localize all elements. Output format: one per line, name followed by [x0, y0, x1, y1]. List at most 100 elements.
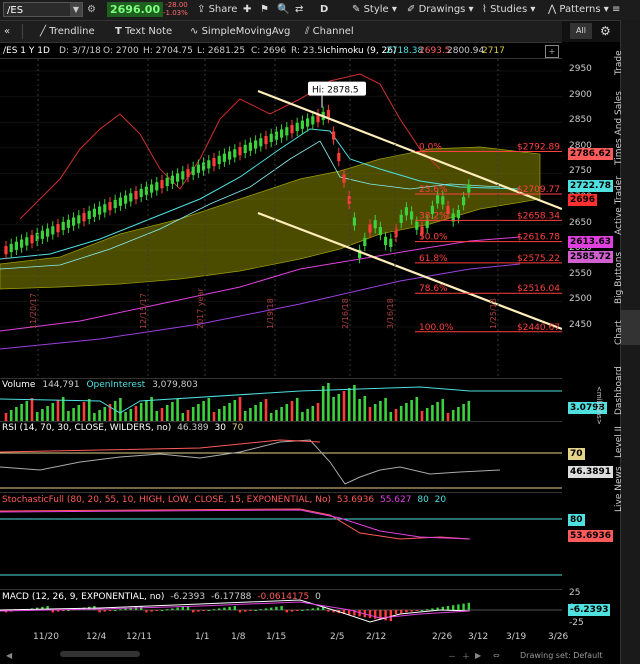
studies-button[interactable]: ⌇ Studies ▾ — [482, 2, 535, 18]
volume-bar — [467, 401, 471, 421]
zoom-icon[interactable]: 🔍 — [277, 2, 289, 18]
macd-hist-bar — [233, 606, 236, 610]
rsi-red-line — [0, 439, 321, 453]
tab-live-news[interactable]: Live News — [614, 465, 640, 512]
tab-dashboard[interactable]: Dashboard — [614, 360, 640, 415]
zoom-in-icon[interactable]: ＋ — [462, 651, 470, 662]
macd-hist-bar — [348, 610, 351, 615]
macd-hist-bar — [467, 602, 470, 610]
price-tick: 2850 — [569, 115, 592, 126]
tab-big-buttons[interactable]: Big Buttons — [614, 242, 640, 304]
scrollbar[interactable] — [60, 651, 140, 657]
volume-bar — [379, 401, 382, 421]
tab-active-trader[interactable]: Active Trader — [614, 170, 640, 235]
volume-bar — [160, 408, 164, 421]
candle-body — [77, 215, 81, 224]
volume-bar — [384, 398, 387, 421]
patterns-icon: ⋀ — [548, 4, 557, 15]
share-label: Share — [208, 4, 238, 15]
candle-body — [399, 214, 403, 223]
macd-hist-bar — [114, 610, 117, 611]
share-button[interactable]: ⇪ Share — [197, 2, 237, 18]
volume-bar — [342, 391, 346, 421]
candle-body — [456, 210, 460, 219]
style-button[interactable]: ✎ Style ▾ — [352, 2, 397, 18]
all-button[interactable]: All — [570, 23, 592, 39]
candle-body — [66, 219, 70, 228]
expand-icon[interactable]: + — [545, 45, 559, 58]
textnote-tool[interactable]: T Text Note — [115, 24, 172, 39]
flag-icon[interactable]: ⚑ — [260, 2, 269, 18]
menu-icon[interactable]: ≡ — [612, 2, 620, 18]
compare-icon[interactable]: ⇄ — [295, 2, 303, 18]
candle-body — [269, 133, 273, 143]
gear-icon[interactable]: ⚙ — [600, 23, 611, 39]
price-badge: 2722.78 — [568, 180, 613, 193]
chart-info-bar: /ES 1 Y 1D D: 3/7/18 O: 2700 H: 2704.75 … — [0, 44, 562, 58]
pan-icon[interactable]: ⇔ — [493, 651, 500, 660]
macd-hist-bar — [462, 603, 465, 610]
drawings-icon: ✐ — [407, 4, 416, 15]
candle-body — [436, 195, 440, 204]
volume-bar — [285, 404, 289, 421]
price-chart[interactable]: 0.0% $2792.89 23.6% $2709.77 38.2% $2658.34 50… — [0, 59, 562, 379]
volume-bar — [134, 406, 138, 421]
date-tick: 12/4 — [86, 632, 107, 642]
ichimoku-v4: 2717 — [482, 46, 505, 56]
candle-body — [248, 142, 252, 151]
cross-icon[interactable]: ✚ — [243, 2, 251, 18]
price-badge: 2613.63 — [568, 236, 613, 249]
price-pane: 0.0% $2792.89 23.6% $2709.77 38.2% $2658.34 50… — [0, 58, 562, 379]
rsi-badge: 46.3891 — [568, 466, 613, 478]
volume-bar — [87, 399, 91, 421]
volume-chart[interactable] — [0, 379, 562, 421]
patterns-button[interactable]: ⋀ Patterns ▾ — [548, 2, 609, 18]
tab-chart[interactable]: Chart — [614, 310, 640, 345]
channel-tool[interactable]: ⫽ Channel — [305, 24, 354, 39]
macd-chart[interactable] — [0, 590, 562, 631]
tab-times-and-sales[interactable]: Times And Sales — [614, 80, 640, 165]
volume-bar — [25, 401, 29, 421]
ichimoku-v1: 2718.38 — [386, 46, 424, 56]
collapse-icon[interactable]: « — [4, 24, 10, 39]
candle-body — [98, 206, 102, 215]
candle-body — [165, 177, 169, 187]
settings-icon[interactable]: ⚙ — [87, 3, 96, 17]
trendline-tool[interactable]: ╱ Trendline — [40, 24, 95, 39]
candle-body — [332, 131, 336, 140]
candle-body — [160, 180, 164, 189]
sma-tool[interactable]: ∿ SimpleMovingAvg — [190, 24, 290, 39]
scroll-left-icon[interactable]: ◀ — [6, 651, 12, 660]
candle-body — [92, 208, 96, 217]
scroll-right-icon[interactable]: ▶ — [475, 651, 481, 660]
volume-bar — [327, 383, 330, 421]
volume-bar — [129, 409, 133, 421]
macd-hist-bar — [171, 608, 174, 610]
macd-hist-bar — [280, 606, 283, 610]
tab-trade[interactable]: Trade — [614, 30, 640, 75]
drawings-button[interactable]: ✐ Drawings ▾ — [407, 2, 474, 18]
volume-bar — [462, 404, 465, 421]
timeframe-button[interactable]: D — [320, 2, 328, 18]
symbol-dropdown-icon[interactable]: ▼ — [70, 3, 82, 16]
volume-bar — [20, 404, 23, 421]
macd-hist-bar — [327, 610, 330, 612]
tab-level-ii[interactable]: Level II — [614, 420, 640, 458]
macd-hist-bar — [316, 607, 320, 610]
high-readout: H: 2704.75 — [143, 46, 193, 56]
date-tick: 11/20 — [33, 632, 59, 642]
zoom-out-icon[interactable]: － — [448, 651, 456, 662]
date-marker-label: 12/15/17 — [139, 293, 148, 329]
macd-hist-bar — [207, 610, 210, 611]
macd-hist-bar — [192, 610, 195, 613]
volume-bar — [4, 413, 8, 421]
volume-bar — [373, 404, 377, 421]
date-marker-label: 1/25/18 — [489, 298, 498, 329]
macd-hist-bar — [181, 606, 184, 610]
rsi-chart[interactable] — [0, 422, 562, 492]
volume-bar — [399, 406, 403, 421]
date-tick: 1/1 — [195, 632, 210, 642]
candle-body — [259, 138, 263, 147]
channel-icon: ⫽ — [305, 26, 310, 37]
stochastic-chart[interactable] — [0, 493, 562, 589]
